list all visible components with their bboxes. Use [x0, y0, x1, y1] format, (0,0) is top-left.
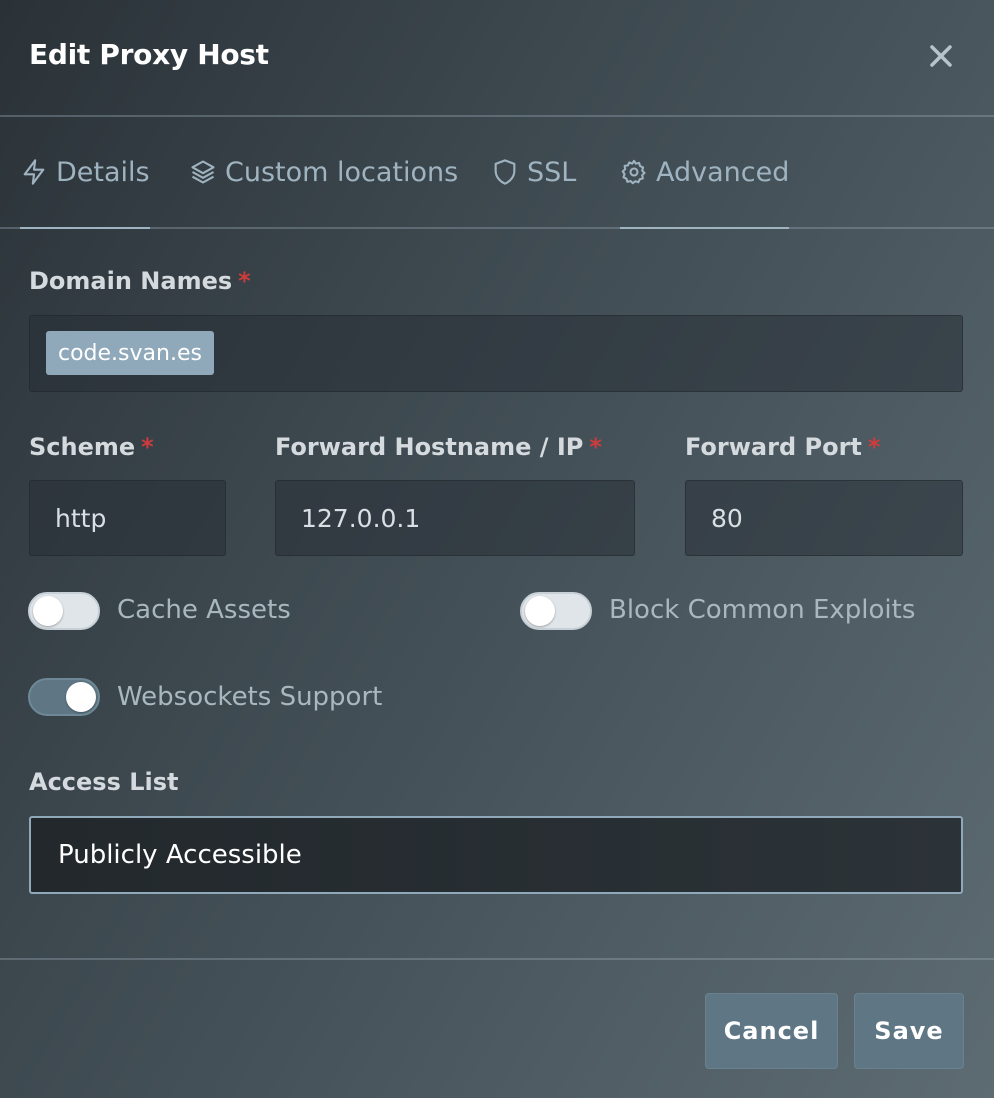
forward-port-input[interactable]: 80	[685, 480, 963, 556]
forward-hostname-label: Forward Hostname / IP *	[275, 433, 602, 461]
shield-icon	[491, 158, 519, 186]
scheme-value: http	[55, 503, 107, 533]
tab-advanced-label: Advanced	[656, 156, 790, 188]
tab-details-label: Details	[56, 156, 150, 188]
tab-details[interactable]: Details	[20, 117, 150, 229]
layers-icon	[189, 158, 217, 186]
cancel-button[interactable]: Cancel	[705, 993, 838, 1069]
scheme-label: Scheme *	[29, 433, 154, 461]
forward-hostname-input[interactable]: 127.0.0.1	[275, 480, 635, 556]
tab-bar: Details Custom locations SSL Advanced	[0, 117, 994, 229]
required-mark: *	[238, 267, 251, 295]
edit-proxy-host-dialog: Edit Proxy Host Details Custom locations…	[0, 0, 994, 1098]
tab-custom-locations-label: Custom locations	[225, 156, 459, 188]
toggle-knob	[33, 596, 63, 626]
websockets-toggle[interactable]	[28, 678, 100, 716]
access-list-label: Access List	[29, 768, 179, 796]
access-list-select[interactable]: Publicly Accessible	[29, 816, 963, 894]
cache-assets-toggle[interactable]	[28, 592, 100, 630]
footer-divider	[0, 958, 994, 960]
bolt-icon	[20, 158, 48, 186]
cache-assets-label: Cache Assets	[117, 595, 291, 625]
required-mark: *	[867, 433, 881, 461]
block-exploits-toggle[interactable]	[520, 592, 592, 630]
domain-names-input[interactable]: code.svan.es	[29, 315, 963, 392]
tab-custom-locations[interactable]: Custom locations	[189, 117, 458, 227]
dialog-header: Edit Proxy Host	[0, 0, 994, 117]
close-icon[interactable]	[925, 40, 957, 72]
tab-ssl-label: SSL	[527, 156, 577, 188]
required-mark: *	[141, 433, 154, 461]
access-list-value: Publicly Accessible	[58, 840, 302, 870]
forward-port-value: 80	[711, 503, 743, 533]
toggle-knob	[66, 682, 96, 712]
forward-hostname-value: 127.0.0.1	[301, 503, 421, 533]
dialog-title: Edit Proxy Host	[29, 38, 269, 71]
tab-ssl[interactable]: SSL	[491, 117, 576, 227]
domain-names-label: Domain Names *	[29, 267, 251, 295]
tab-advanced[interactable]: Advanced	[620, 117, 790, 229]
websockets-label: Websockets Support	[117, 682, 383, 712]
forward-port-label: Forward Port *	[685, 433, 881, 461]
domain-chip[interactable]: code.svan.es	[46, 331, 214, 375]
save-button[interactable]: Save	[854, 993, 964, 1069]
required-mark: *	[589, 433, 602, 461]
block-exploits-label: Block Common Exploits	[609, 595, 916, 625]
scheme-select[interactable]: http	[29, 480, 226, 556]
toggle-knob	[525, 596, 555, 626]
gear-icon	[620, 158, 648, 186]
